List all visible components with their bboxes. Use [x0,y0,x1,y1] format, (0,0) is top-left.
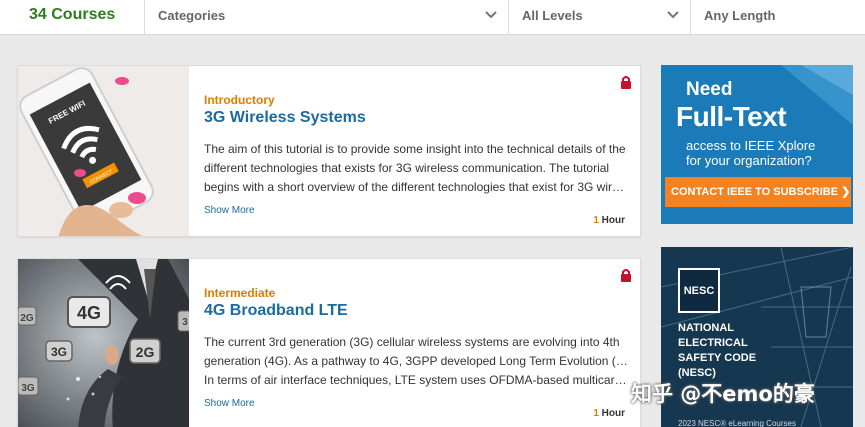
chevron-down-icon [485,11,497,19]
ad-need-text: Need [686,79,733,100]
course-duration: 1 Hour [593,215,625,226]
ad-decoration [781,65,853,125]
course-thumbnail[interactable]: FREE WIFI CONNECT [18,66,189,236]
watermark: 知乎 @不emo的豪 [631,382,815,406]
course-description: The aim of this tutorial is to provide s… [204,140,629,197]
thumb-label: 3G [21,383,35,394]
nesc-line: NATIONAL [678,322,735,334]
show-more-link[interactable]: Show More [204,205,255,216]
nesc-line: ELECTRICAL [678,337,748,349]
description-line: In terms of air interface techniques, LT… [204,373,629,387]
course-count: 34 Courses [29,6,116,23]
categories-dropdown[interactable]: Categories [144,0,508,35]
nesc-line: SAFETY CODE [678,352,757,364]
contact-ieee-button[interactable]: CONTACT IEEE TO SUBSCRIBE ❯ [665,177,851,207]
course-description: The current 3rd generation (3G) cellular… [204,333,629,390]
lock-icon [621,269,631,282]
course-card[interactable]: FREE WIFI CONNECT Introductory 3G Wirele… [17,65,641,237]
levels-label: All Levels [522,8,583,23]
duration-number: 1 [593,215,599,226]
course-level: Introductory [204,93,275,107]
duration-unit: Hour [601,215,625,226]
description-line: generation (4G). As a pathway to 4G, 3GP… [204,354,629,368]
length-dropdown[interactable]: Any Length [690,0,865,35]
description-line: begins with a short overview of the diff… [204,180,629,194]
thumb-label: 2G [20,313,34,324]
filter-bar: 34 Courses Categories All Levels Any Len… [0,0,865,35]
description-line: different technologies that exists for 3… [204,161,610,175]
categories-label: Categories [158,8,226,23]
levels-dropdown[interactable]: All Levels [508,0,690,35]
description-line: The current 3rd generation (3G) cellular… [204,335,620,349]
ieee-subscribe-ad[interactable]: Need Full-Text access to IEEE Xplore for… [661,65,853,224]
course-card[interactable]: 4G 3G 2G 2G 3G 3 Intermediate 4G Broadba… [17,258,641,427]
thumb-label: 3 [182,317,188,328]
thumb-label: 4G [77,303,101,323]
ad-fulltext-text: Full-Text [676,101,787,132]
ad-access-text: access to IEEE Xplore [686,138,816,153]
course-thumbnail[interactable]: 4G 3G 2G 2G 3G 3 [18,259,189,427]
nesc-logo: NESC [678,268,720,313]
ad-org-text: for your organization? [686,153,812,168]
length-label: Any Length [704,8,776,23]
thumb-label: 3G [51,345,67,359]
chevron-down-icon [667,11,679,19]
course-title[interactable]: 3G Wireless Systems [204,109,366,127]
show-more-link[interactable]: Show More [204,398,255,409]
lock-icon [621,76,631,89]
duration-number: 1 [593,408,599,419]
course-title[interactable]: 4G Broadband LTE [204,302,348,320]
course-duration: 1 Hour [593,408,625,419]
thumb-label: 2G [136,344,155,360]
description-line: The aim of this tutorial is to provide s… [204,142,626,156]
course-level: Intermediate [204,286,276,300]
nesc-bottom-text: 2023 NESC® eLearning Courses [678,419,796,427]
duration-unit: Hour [601,408,625,419]
